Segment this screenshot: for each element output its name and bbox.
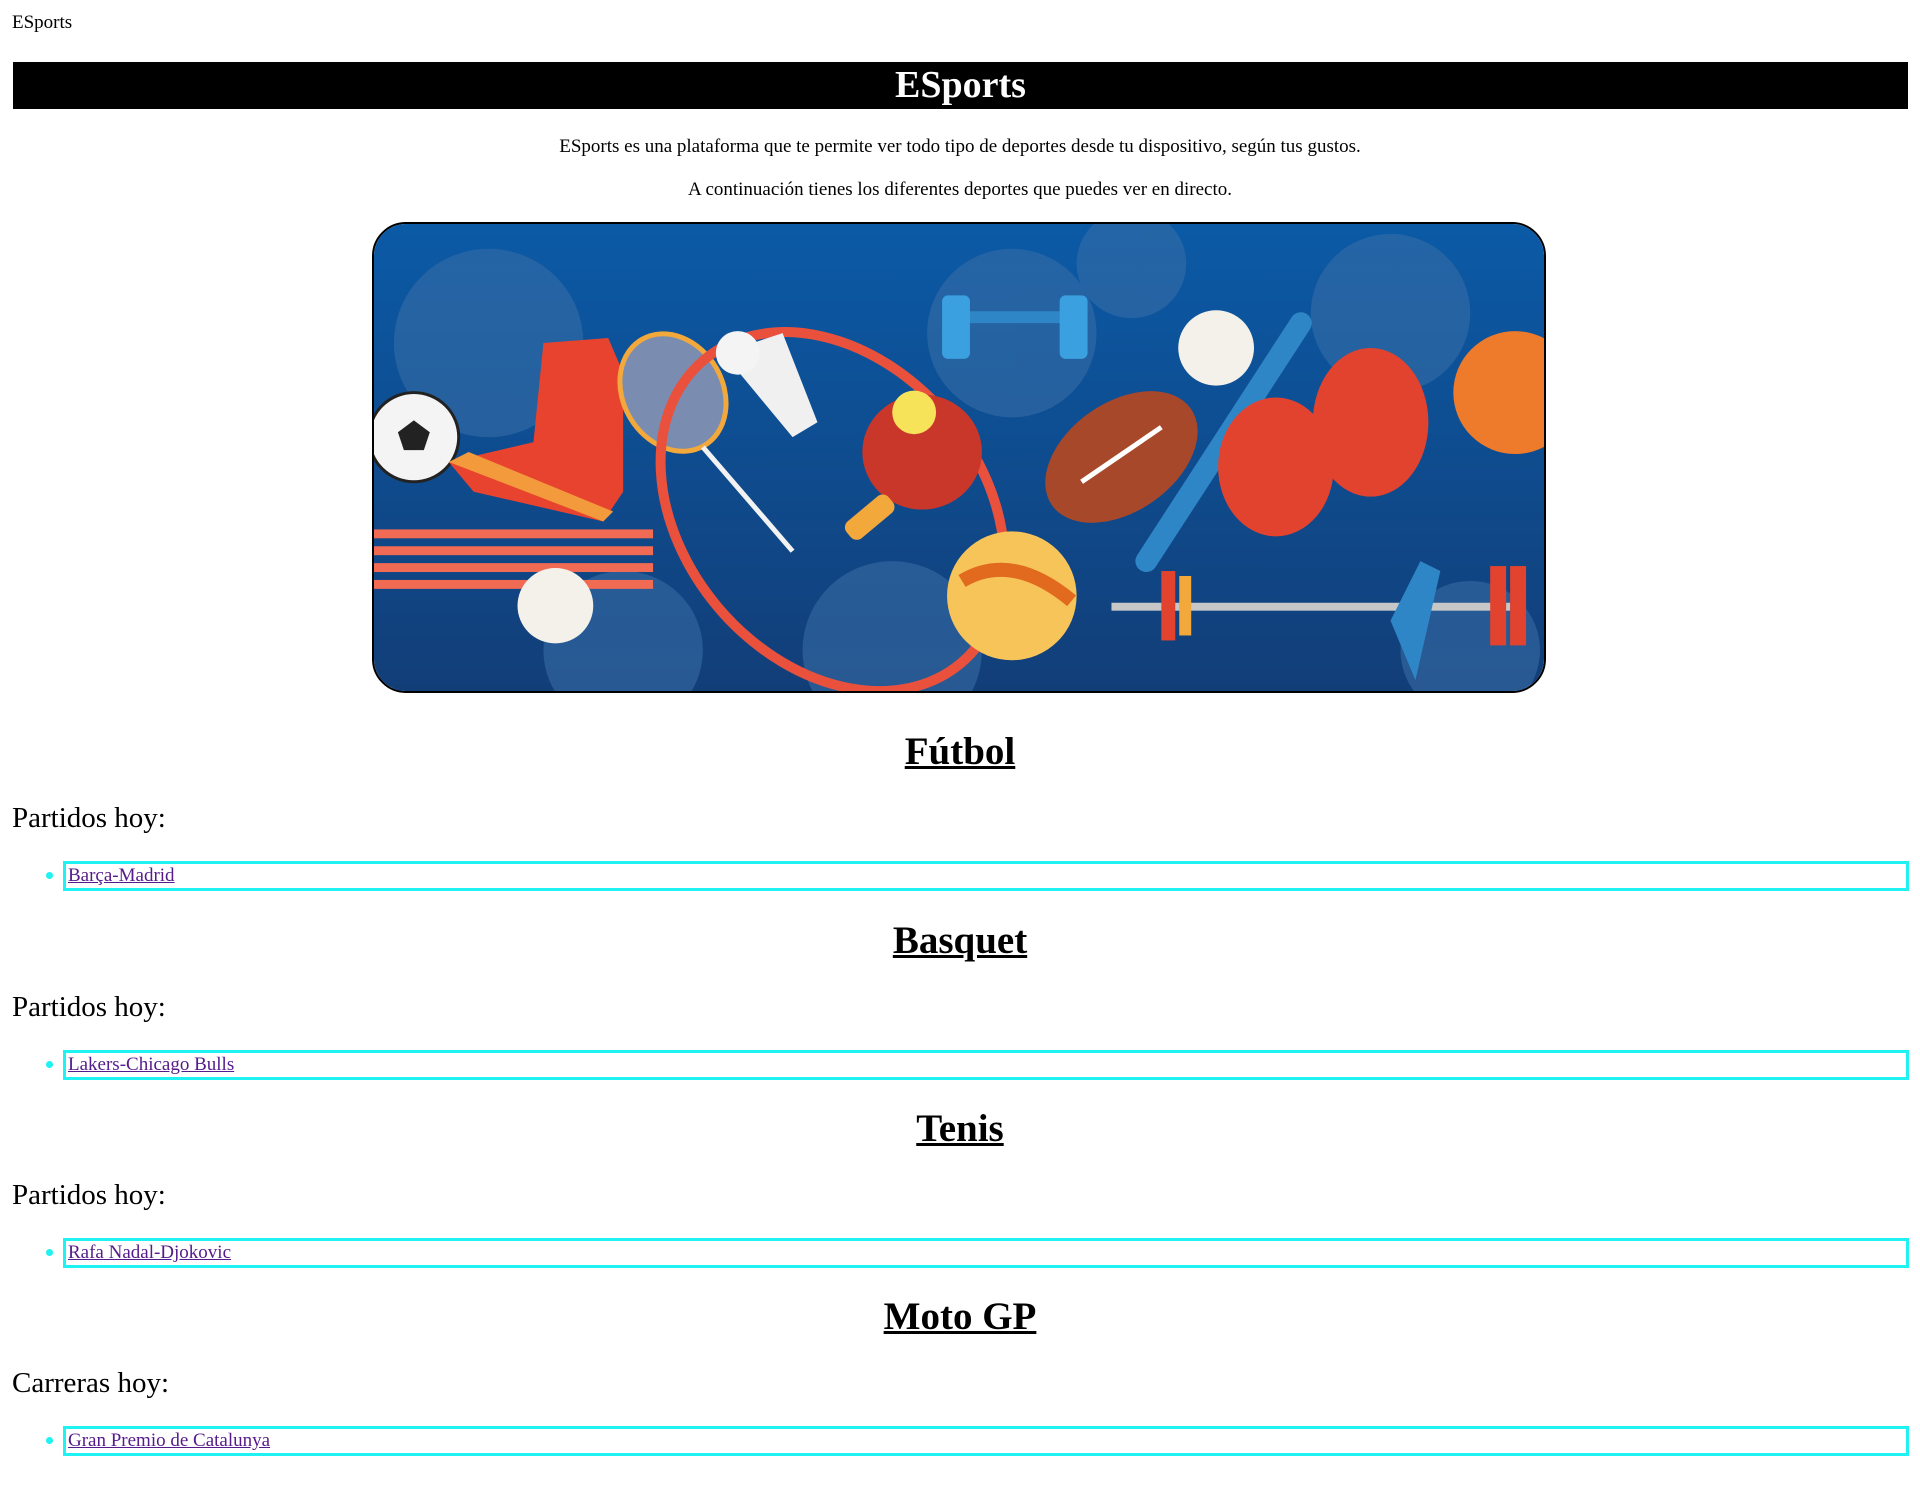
match-link-barca-madrid[interactable]: Barça-Madrid xyxy=(68,864,175,888)
list-item-futbol: Barça-Madrid xyxy=(46,861,1909,891)
section-subtitle-tenis: Partidos hoy: xyxy=(12,1179,166,1211)
section-subtitle-motogp: Carreras hoy: xyxy=(12,1367,170,1399)
race-link-gran-premio-catalunya[interactable]: Gran Premio de Catalunya xyxy=(68,1429,270,1453)
intro-text-2: A continuación tienes los diferentes dep… xyxy=(688,179,1232,200)
section-subtitle-basquet: Partidos hoy: xyxy=(12,991,166,1023)
match-link-lakers-bulls[interactable]: Lakers-Chicago Bulls xyxy=(68,1053,234,1077)
list-item-motogp: Gran Premio de Catalunya xyxy=(46,1426,1909,1456)
bullet-icon xyxy=(46,1061,53,1068)
list-item-basquet: Lakers-Chicago Bulls xyxy=(46,1050,1909,1080)
list-item-tenis: Rafa Nadal-Djokovic xyxy=(46,1238,1909,1268)
sports-banner-image xyxy=(372,222,1546,693)
section-title-basquet: Basquet xyxy=(892,919,1028,962)
bullet-icon xyxy=(46,872,53,879)
bullet-icon xyxy=(46,1249,53,1256)
section-title-tenis: Tenis xyxy=(916,1107,1004,1150)
intro-text-1: ESports es una plataforma que te permite… xyxy=(559,136,1361,157)
match-link-nadal-djokovic[interactable]: Rafa Nadal-Djokovic xyxy=(68,1241,231,1265)
page-top-label: ESports xyxy=(12,12,73,33)
bullet-icon xyxy=(46,1437,53,1444)
sports-equipment-icon xyxy=(374,224,1544,691)
section-title-motogp: Moto GP xyxy=(883,1295,1037,1338)
section-title-futbol: Fútbol xyxy=(904,730,1016,773)
page-title: ESports xyxy=(13,62,1908,109)
section-subtitle-futbol: Partidos hoy: xyxy=(12,802,166,834)
